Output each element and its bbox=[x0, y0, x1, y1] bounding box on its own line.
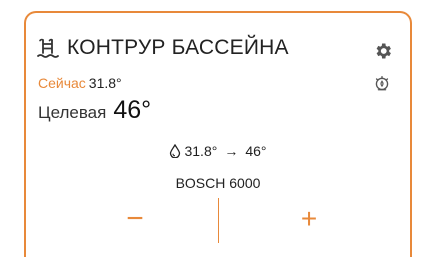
controls-divider bbox=[218, 198, 219, 243]
flow-to-value: 46° bbox=[245, 143, 267, 159]
flow-arrow: → bbox=[224, 143, 239, 159]
pool-circuit-card: КОНТРУР БАССЕЙНА Сейчас 31.8° Целевая 46°… bbox=[24, 11, 412, 257]
target-label: Целевая bbox=[38, 103, 107, 122]
device-name: BOSCH 6000 bbox=[175, 175, 261, 191]
pool-ladder-icon bbox=[37, 38, 59, 58]
burner-icon bbox=[375, 76, 389, 91]
flow-temperature-row: 31.8° → 46° bbox=[26, 143, 410, 159]
target-temperature: Целевая 46° bbox=[38, 96, 151, 125]
increase-button[interactable]: + bbox=[264, 197, 354, 241]
current-value: 31.8° bbox=[88, 75, 122, 91]
decrease-button[interactable]: − bbox=[90, 197, 180, 241]
gear-icon[interactable] bbox=[373, 41, 393, 61]
flow-from-value: 31.8° bbox=[184, 143, 218, 159]
card-header: КОНТРУР БАССЕЙНА bbox=[37, 35, 289, 61]
water-drop-icon bbox=[170, 144, 181, 158]
current-label: Сейчас bbox=[38, 75, 86, 91]
current-temperature: Сейчас 31.8° bbox=[38, 75, 122, 91]
card-title: КОНТРУР БАССЕЙНА bbox=[67, 36, 289, 59]
target-value: 46° bbox=[113, 96, 152, 124]
